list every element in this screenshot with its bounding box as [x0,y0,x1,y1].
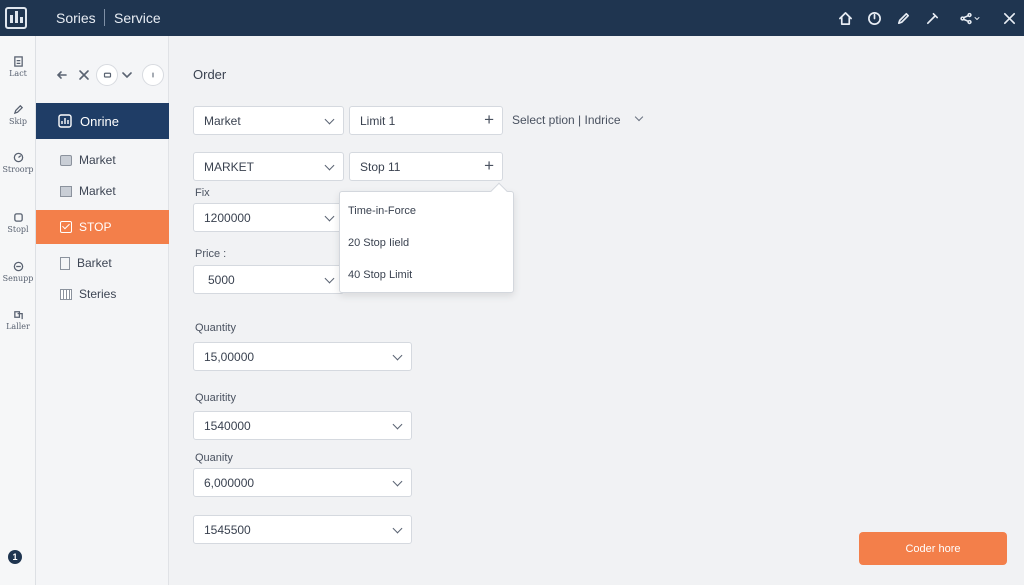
share-menu-icon[interactable] [954,7,986,29]
breadcrumb-service[interactable]: Service [114,10,161,26]
side-panel: Onrine Market Market STOP Barket Steries [36,36,169,585]
nav-item-barket[interactable]: Barket [36,250,169,276]
rail-item-label: Stopl [7,225,29,234]
left-rail: Lact Skip Stroorp Stopl Senupp Laller [0,36,36,585]
extra-value: 1545500 [204,522,251,537]
side-toolbar [54,64,164,86]
stop-field[interactable]: Stop 11 + [349,152,503,181]
limit-value: Limit 1 [360,113,396,128]
close-icon[interactable] [998,7,1020,29]
grid-icon [60,288,72,300]
rail-item-label: Lact [9,69,27,78]
pen-icon [13,104,23,115]
rail-item-label: Skip [8,117,27,126]
rail-item-skip[interactable]: Skip [0,104,36,126]
order-button[interactable]: Coder hore [859,532,1007,565]
mail-icon [60,185,72,197]
chevron-down-icon[interactable] [634,112,644,122]
chevron-down-icon[interactable] [120,64,134,86]
rail-item-label: Laller [6,322,30,331]
dropdown-item-stop-limit[interactable]: 40 Stop Limit [348,269,412,281]
nav-item-steries[interactable]: Steries [36,281,169,307]
order-type-select[interactable]: Market [193,106,344,135]
edit-icon[interactable] [892,7,914,29]
home-icon[interactable] [834,7,856,29]
rail-item-stopl[interactable]: Stopl [0,212,36,234]
back-icon[interactable] [54,64,70,86]
clock-icon[interactable] [863,7,885,29]
checkbox-icon [60,221,72,233]
info-icon[interactable] [142,64,164,86]
nav-item-label: Steries [79,287,117,301]
sync-icon [13,261,23,272]
nav-item-onrine[interactable]: Onrine [36,103,169,139]
stop-options-dropdown: Time-in-Force 20 Stop Iield 40 Stop Limi… [339,191,514,293]
quantity-label: Quantity [195,322,236,334]
fix-label: Fix [195,187,210,199]
rail-item-senupp[interactable]: Senupp [0,261,36,283]
breadcrumb-separator [104,9,105,26]
quantity-3-value: 6,000000 [204,475,255,490]
rail-item-lact[interactable]: Lact [0,56,36,78]
price-label: Price : [195,248,227,260]
dropdown-item-stop-field[interactable]: 20 Stop Iield [348,237,409,249]
nav-item-label: Barket [77,256,112,270]
app-logo-icon[interactable] [5,7,27,29]
rail-item-label: Stroorp [2,165,34,174]
stop-icon [13,213,23,222]
quantity-value: 15,00000 [204,349,255,364]
info-badge[interactable]: 1 [8,550,22,564]
market-type-select[interactable]: MARKET [193,152,344,181]
nav-item-market-2[interactable]: Market [36,178,169,204]
gauge-icon [13,152,23,163]
fix-value: 1200000 [204,210,251,225]
select-option-link[interactable]: Select ption | Indrice [512,113,621,127]
price-select[interactable]: 5000 [193,265,344,294]
quantity-2-value: 1540000 [204,418,251,433]
breadcrumb-sories[interactable]: Sories [56,10,96,26]
fix-select[interactable]: 1200000 [193,203,344,232]
tool-icon[interactable] [921,7,943,29]
quantity-3-label: Quanity [195,452,233,464]
quantity-select[interactable]: 15,00000 [193,342,412,371]
rail-item-label: Senupp [2,274,34,283]
price-value: 5000 [208,272,235,287]
nav-item-label: Market [79,184,116,198]
close-panel-icon[interactable] [76,64,92,86]
top-bar: Sories Service [0,0,1024,36]
market-type-value: MARKET [204,159,255,174]
bag-icon [60,154,72,166]
nav-item-label: Market [79,153,116,167]
quantity-2-label: Quaritity [195,392,236,404]
order-type-value: Market [204,113,241,128]
quantity-3-select[interactable]: 6,000000 [193,468,412,497]
file-icon [60,256,70,270]
comment-icon[interactable] [96,64,118,86]
plus-icon[interactable]: + [484,111,494,129]
chart-icon [58,114,72,128]
stop-value: Stop 11 [360,159,401,174]
document-icon [13,56,23,67]
nav-item-market[interactable]: Market [36,147,169,173]
quantity-2-select[interactable]: 1540000 [193,411,412,440]
dropdown-item-time-in-force[interactable]: Time-in-Force [348,205,416,217]
rail-item-laller[interactable]: Laller [0,309,36,331]
limit-field[interactable]: Limit 1 + [349,106,503,135]
nav-item-stop[interactable]: STOP [36,210,169,244]
extra-select[interactable]: 1545500 [193,515,412,544]
layers-icon [13,311,23,320]
page-title: Order [193,67,227,82]
nav-item-label: STOP [79,220,112,234]
rail-item-stroorp[interactable]: Stroorp [0,152,36,174]
nav-item-label: Onrine [80,113,120,129]
plus-icon[interactable]: + [484,157,494,175]
